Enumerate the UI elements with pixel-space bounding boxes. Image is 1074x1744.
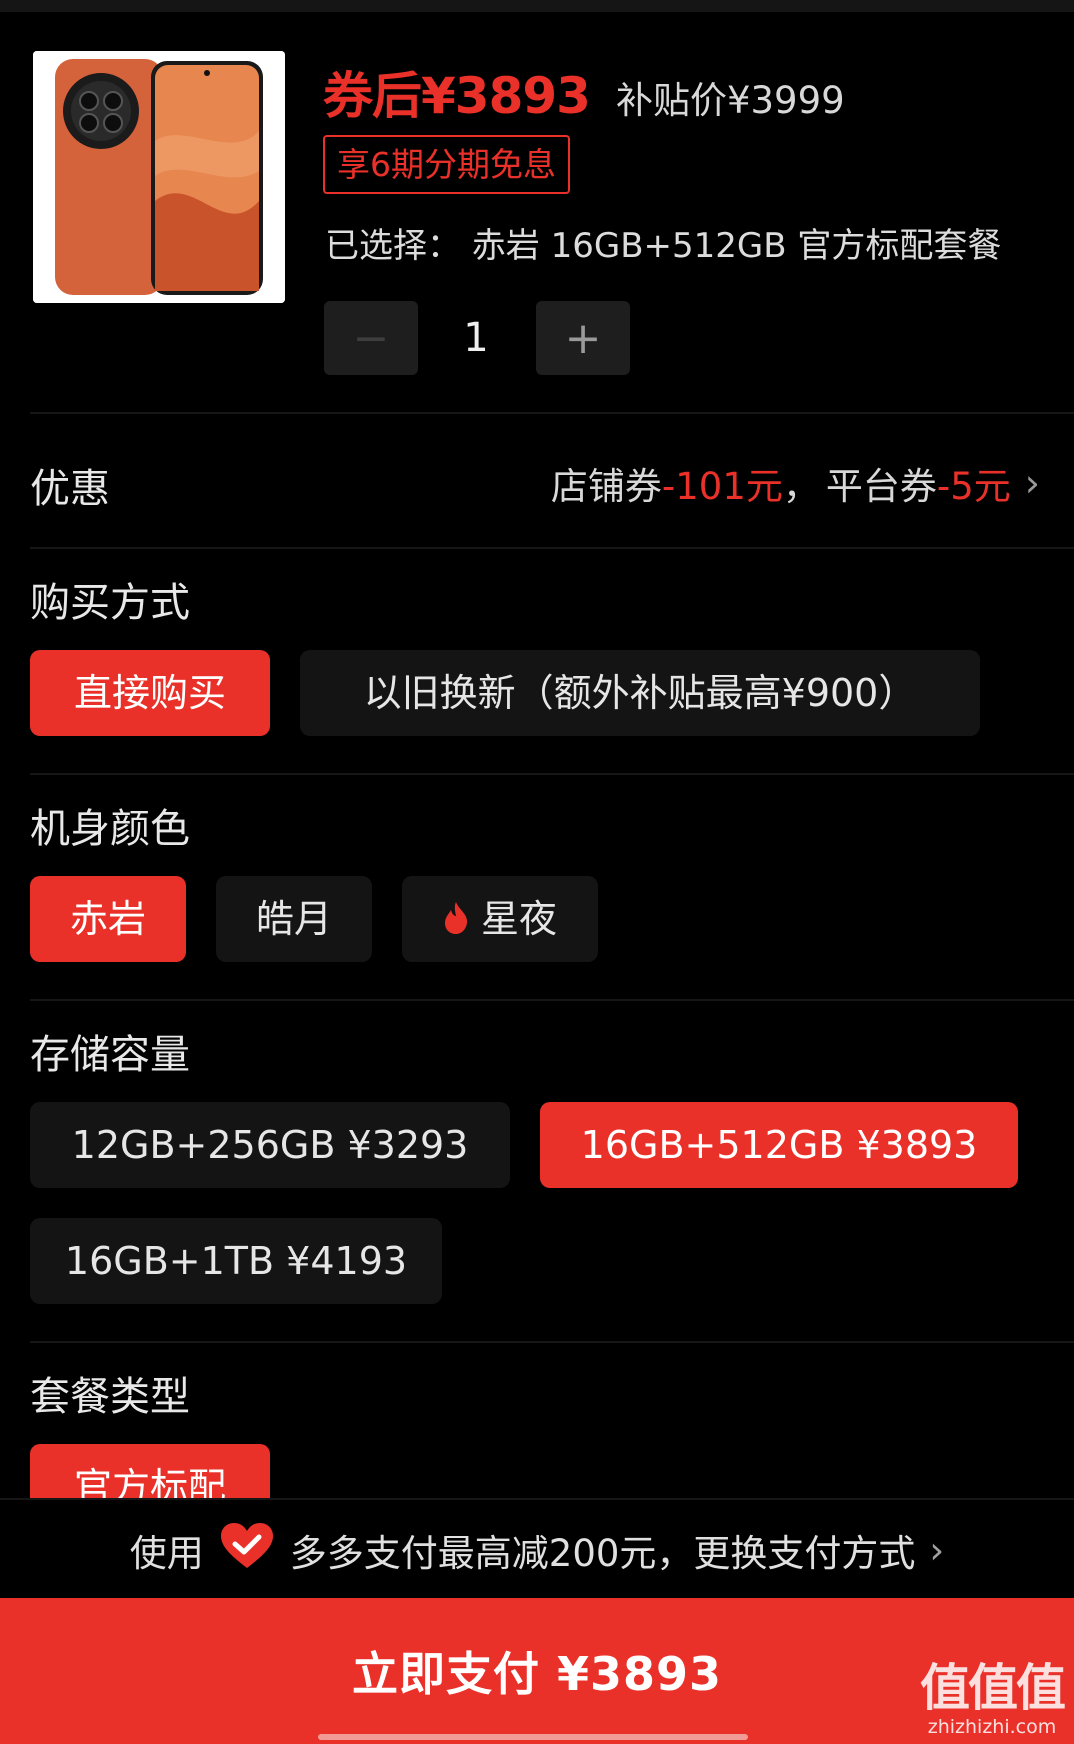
payment-prefix: 使用 [129,1532,204,1575]
coupon-price: 券后¥3893 [323,67,591,125]
home-indicator[interactable] [318,1734,748,1740]
coupon-separator: ， [782,465,820,508]
selected-spec: 已选择： 赤岩 16GB+512GB 官方标配套餐 [325,226,1002,266]
watermark-text: 值值值 [920,1659,1066,1717]
color-option-label: 星夜 [480,897,557,941]
platform-coupon-label: 平台券 [825,465,937,508]
divider [30,999,1074,1001]
watermark-domain: zhizhizhi.com [927,1716,1057,1738]
divider [30,773,1074,775]
price-row: 券后¥3893 补贴价¥3999 [323,56,845,125]
purchase-option-trade-in[interactable]: 以旧换新（额外补贴最高¥900） [300,650,980,736]
quantity-increase-button[interactable]: + [536,301,630,375]
storage-title: 存储容量 [30,1032,190,1078]
quantity-decrease-button[interactable]: − [324,301,418,375]
coupon-summary[interactable]: 店铺券 -101元 ， 平台券 -5元 › [551,456,1040,510]
color-option-moon[interactable]: 皓月 [216,876,372,962]
duoduo-pay-heart-icon [220,1522,274,1579]
quantity-value: 1 [463,315,489,361]
store-coupon-value: -101元 [661,465,783,508]
divider [30,412,1074,414]
purchase-method-title: 购买方式 [30,580,190,626]
chevron-right-icon: › [1024,461,1040,505]
coupon-title: 优惠 [30,466,110,512]
platform-coupon-value: -5元 [936,465,1011,508]
hot-flame-icon [443,879,469,965]
divider [30,1341,1074,1343]
storage-option-12-256[interactable]: 12GB+256GB ¥3293 [30,1102,510,1188]
store-coupon-label: 店铺券 [550,465,662,508]
watermark-logo: 值值值 zhizhizhi.com [920,1659,1066,1738]
divider [30,547,1074,549]
product-image[interactable] [33,51,285,303]
installment-badge: 享6期分期免息 [323,135,570,194]
chevron-right-icon: › [929,1528,945,1572]
storage-option-16-1tb[interactable]: 16GB+1TB ¥4193 [30,1218,442,1304]
purchase-option-direct[interactable]: 直接购买 [30,650,270,736]
subsidy-price: 补贴价¥3999 [615,79,845,122]
payment-promo-text: 多多支付最高减200元，更换支付方式 [289,1532,916,1575]
color-option-starry-night[interactable]: 星夜 [402,876,598,962]
top-edge [0,0,1074,12]
pay-now-button[interactable]: 立即支付 ¥3893 [0,1598,1074,1744]
color-title: 机身颜色 [30,806,190,852]
payment-method-bar[interactable]: 使用 多多支付最高减200元，更换支付方式 › [0,1498,1074,1600]
color-option-red-rock[interactable]: 赤岩 [30,876,186,962]
storage-option-16-512[interactable]: 16GB+512GB ¥3893 [540,1102,1018,1188]
package-title: 套餐类型 [30,1374,190,1420]
